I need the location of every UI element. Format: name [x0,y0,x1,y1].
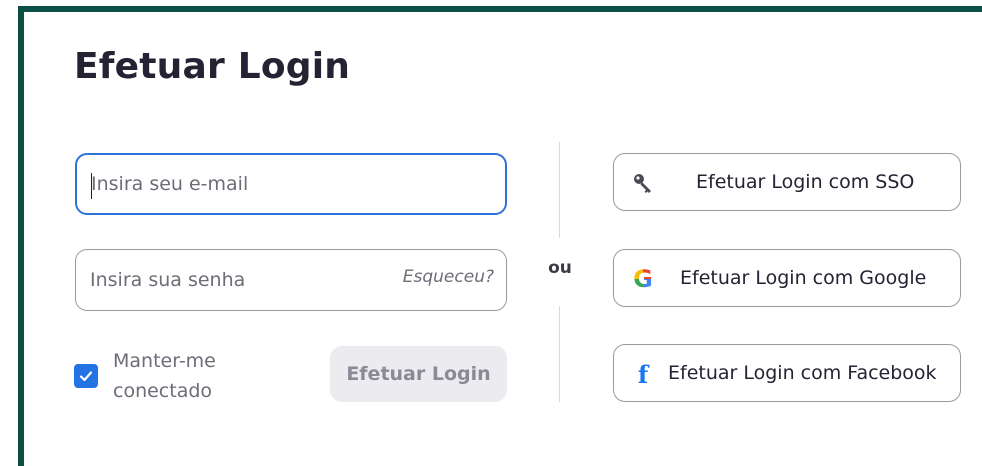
password-input[interactable] [90,250,390,310]
email-field[interactable] [75,153,507,215]
remember-me-checkbox[interactable] [74,364,98,388]
facebook-icon: f [637,359,649,389]
login-button[interactable]: Efetuar Login [330,346,507,402]
remember-me-label[interactable]: Manter-me conectado [113,346,273,406]
page-title: Efetuar Login [74,46,351,87]
divider-top [559,142,560,238]
facebook-login-button[interactable]: f Efetuar Login com Facebook [613,344,961,402]
sso-button-label: Efetuar Login com SSO [696,171,915,193]
google-login-button[interactable]: G Efetuar Login com Google [613,249,961,307]
google-button-label: Efetuar Login com Google [680,267,927,289]
sso-login-button[interactable]: Efetuar Login com SSO [613,153,961,211]
checkmark-icon [79,371,93,382]
forgot-password-link[interactable]: Esqueceu? [403,267,494,287]
divider-bottom [559,306,560,402]
facebook-button-label: Efetuar Login com Facebook [668,362,937,384]
password-field[interactable]: Esqueceu? [75,249,507,311]
key-icon [630,170,656,196]
email-input[interactable] [91,155,391,213]
or-separator: ou [548,258,572,278]
google-icon: G [633,265,653,293]
